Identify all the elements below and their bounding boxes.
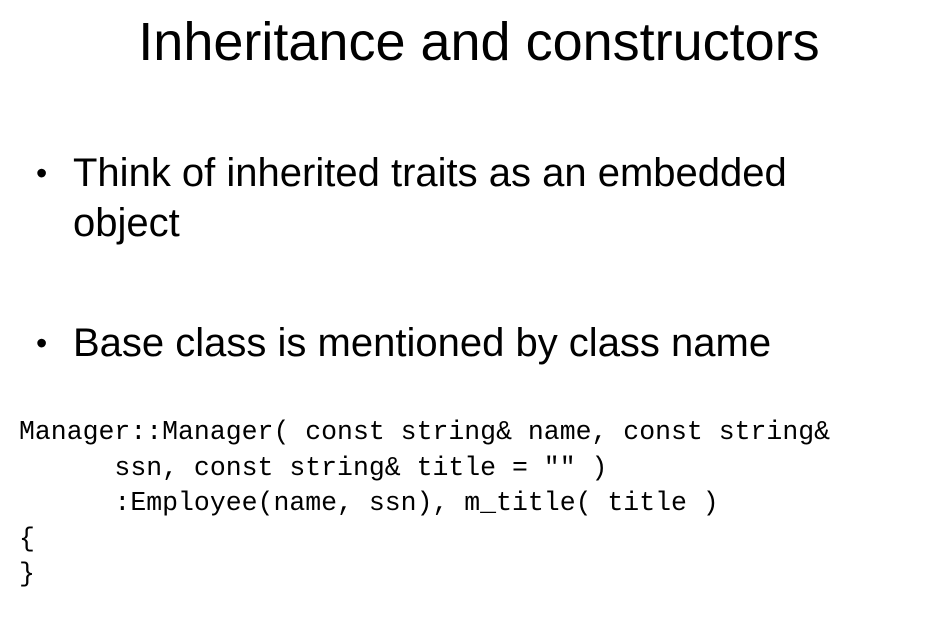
code-line: ssn, const string& title = "" ) xyxy=(19,452,608,483)
code-line: :Employee(name, ssn), m_title( title ) xyxy=(19,488,719,518)
bullet-text: Base class is mentioned by class name xyxy=(73,321,772,365)
bullet-item: • Base class is mentioned by class name xyxy=(36,318,896,368)
bullet-text: Think of inherited traits as an embedded… xyxy=(73,151,787,245)
bullet-item: • Think of inherited traits as an embedd… xyxy=(36,148,896,248)
slide: Inheritance and constructors • Think of … xyxy=(0,0,943,638)
slide-title: Inheritance and constructors xyxy=(138,12,820,72)
bullet-marker: • xyxy=(36,325,48,361)
code-line: Manager::Manager( const string& name, co… xyxy=(19,417,831,447)
code-block: Manager::Manager( const string& name, co… xyxy=(19,415,830,593)
code-line: { xyxy=(19,523,35,554)
bullet-marker: • xyxy=(36,155,48,191)
code-line: } xyxy=(19,559,35,589)
